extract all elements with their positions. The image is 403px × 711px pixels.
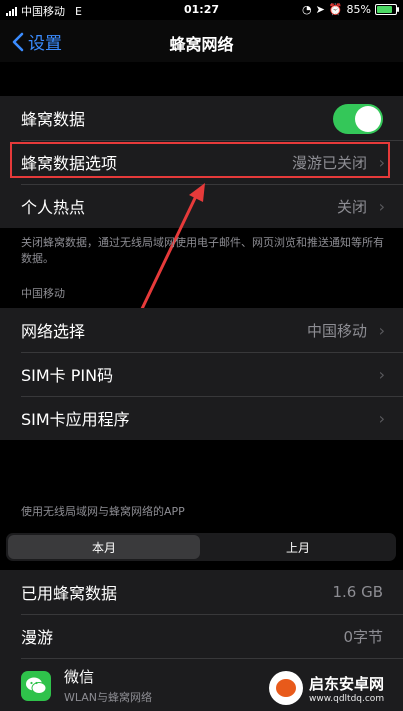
data-used-value: 1.6 GB bbox=[332, 583, 383, 601]
data-used-label: 已用蜂窝数据 bbox=[21, 584, 118, 603]
roaming-value: 0字节 bbox=[343, 627, 383, 646]
chevron-right-icon: › bbox=[378, 320, 385, 340]
apps-header: 使用无线局域网与蜂窝网络的APP bbox=[21, 505, 185, 518]
cellular-note: 关闭蜂窝数据，通过无线局域网使用电子邮件、网页浏览和推送通知等所有数据。 bbox=[21, 236, 384, 265]
sim-applications-label: SIM卡应用程序 bbox=[21, 410, 130, 429]
period-segmented-control: 本月 上月 bbox=[6, 533, 396, 561]
carrier-settings-section: 网络选择 中国移动 › SIM卡 PIN码 › SIM卡应用程序 › bbox=[0, 308, 403, 440]
chevron-right-icon: › bbox=[378, 408, 385, 428]
watermark: 启东安卓网 www.qdltdq.com bbox=[269, 668, 397, 708]
roaming-row: 漫游 0字节 bbox=[0, 614, 403, 658]
carrier-header: 中国移动 bbox=[21, 287, 65, 300]
sim-pin-row[interactable]: SIM卡 PIN码 › bbox=[0, 352, 403, 396]
network-selection-row[interactable]: 网络选择 中国移动 › bbox=[0, 308, 403, 352]
sim-pin-label: SIM卡 PIN码 bbox=[21, 366, 114, 385]
segment-previous-month[interactable]: 上月 bbox=[202, 535, 394, 559]
sim-applications-row[interactable]: SIM卡应用程序 › bbox=[0, 396, 403, 440]
app-subtitle: WLAN与蜂窝网络 bbox=[64, 691, 153, 704]
wechat-icon bbox=[21, 671, 51, 701]
cellular-data-used-row: 已用蜂窝数据 1.6 GB bbox=[0, 570, 403, 614]
segment-current-month[interactable]: 本月 bbox=[8, 535, 200, 559]
network-selection-value: 中国移动 bbox=[306, 321, 367, 340]
roaming-label: 漫游 bbox=[21, 628, 54, 647]
watermark-logo-icon bbox=[269, 671, 303, 705]
network-selection-label: 网络选择 bbox=[21, 322, 86, 341]
watermark-title: 启东安卓网 bbox=[309, 674, 385, 693]
chevron-right-icon: › bbox=[378, 364, 385, 384]
watermark-url: www.qdltdq.com bbox=[309, 693, 385, 704]
app-name: 微信 bbox=[64, 668, 95, 686]
